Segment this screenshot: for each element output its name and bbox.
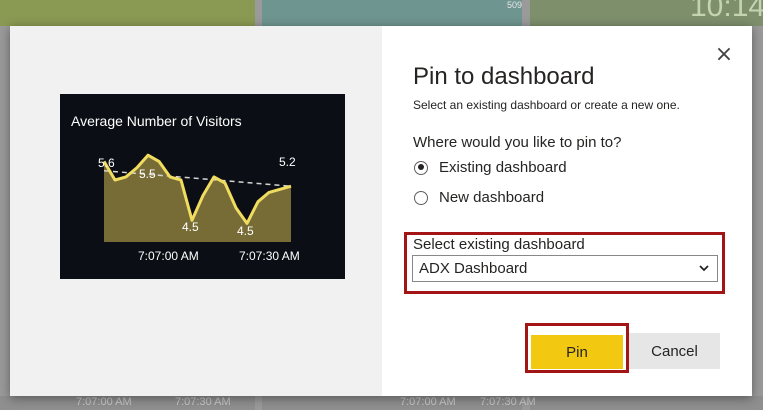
pin-button[interactable]: Pin xyxy=(531,335,623,369)
chevron-down-icon xyxy=(699,265,709,272)
radio-existing-dashboard[interactable]: Existing dashboard xyxy=(414,159,567,176)
background-tile xyxy=(530,396,763,410)
dashboard-select[interactable]: ADX Dashboard xyxy=(412,255,718,282)
data-label: 4.5 xyxy=(237,224,254,238)
background-time-label: 7:07:00 AM xyxy=(400,396,456,408)
background-tile xyxy=(262,0,522,26)
dialog-title: Pin to dashboard xyxy=(413,63,595,90)
radio-checked-icon[interactable] xyxy=(414,160,428,175)
dialog-subtitle: Select an existing dashboard or create a… xyxy=(413,98,680,112)
data-label: 5.5 xyxy=(139,167,156,181)
background-time-label: 7:07:30 AM xyxy=(175,396,231,408)
pin-to-dashboard-dialog: Average Number of Visitors 5.6 5.5 4.5 4.5 5… xyxy=(10,26,752,396)
visual-preview-tile: Average Number of Visitors 5.6 5.5 4.5 4.5 5… xyxy=(60,94,345,279)
radio-label: New dashboard xyxy=(439,189,545,206)
radio-unchecked-icon[interactable] xyxy=(414,190,428,205)
select-dashboard-label: Select existing dashboard xyxy=(413,236,585,253)
tile-preview-pane: Average Number of Visitors 5.6 5.5 4.5 4.5 5… xyxy=(10,26,382,396)
close-icon[interactable]: × xyxy=(713,44,735,66)
data-label: 4.5 xyxy=(182,220,199,234)
data-label: 5.2 xyxy=(279,155,296,169)
background-time-label: 7:07:30 AM xyxy=(480,396,536,408)
data-label: 5.6 xyxy=(98,156,115,170)
cancel-button[interactable]: Cancel xyxy=(629,333,720,369)
background-time-label: 7:07:00 AM xyxy=(76,396,132,408)
area-chart: 5.6 5.5 4.5 4.5 5.2 7:07:00 AM 7:07:30 AM xyxy=(98,153,300,263)
radio-label: Existing dashboard xyxy=(439,159,567,176)
x-tick-label: 7:07:30 AM xyxy=(239,249,300,263)
x-tick-label: 7:07:00 AM xyxy=(138,249,199,263)
background-value: 509 xyxy=(507,0,523,10)
background-tile xyxy=(0,0,255,26)
dashboard-select-value: ADX Dashboard xyxy=(419,260,528,277)
pin-location-question: Where would you like to pin to? xyxy=(413,134,622,151)
radio-new-dashboard[interactable]: New dashboard xyxy=(414,189,544,206)
background-time: 10:14 xyxy=(690,0,763,23)
